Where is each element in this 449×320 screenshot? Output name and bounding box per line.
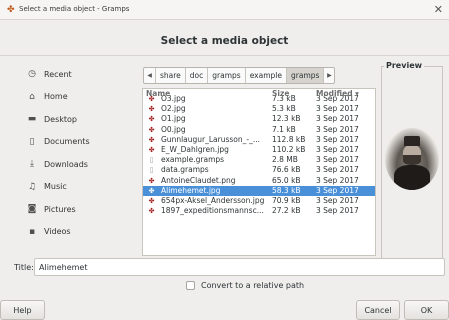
sidebar-item-music[interactable]: ♫ Music	[20, 176, 135, 199]
folder-icon: ▬	[27, 114, 37, 125]
file-row[interactable]: ✤ O1.jpg 12.3 kB 3 Sep 2017	[143, 114, 375, 124]
file-row[interactable]: ✤ O0.jpg 7.1 kB 3 Sep 2017	[143, 125, 375, 135]
home-icon: ⌂	[29, 91, 35, 102]
file-row[interactable]: ▯ example.gramps 2.8 MB 3 Sep 2017	[143, 155, 375, 165]
title-input[interactable]	[34, 258, 445, 276]
checkbox-box[interactable]	[186, 281, 195, 290]
path-crumb-gramps[interactable]: gramps	[207, 68, 244, 83]
path-crumb-share[interactable]: share	[155, 68, 185, 83]
sidebar-item-videos[interactable]: ▪ Videos	[20, 221, 135, 244]
image-file-icon: ✤	[148, 186, 155, 195]
sidebar-item-recent[interactable]: ◷ Recent	[20, 63, 135, 86]
column-header-size[interactable]: Size	[272, 89, 289, 98]
clock-icon: ◷	[28, 69, 36, 80]
ok-button[interactable]: OK	[404, 300, 449, 320]
file-row[interactable]: ✤ E_W_Dahlgren.jpg 110.2 kB 3 Sep 2017	[143, 145, 375, 155]
path-crumb-example[interactable]: example	[244, 68, 286, 83]
sidebar-item-home[interactable]: ⌂ Home	[20, 86, 135, 109]
window-title: Select a media object - Gramps	[19, 5, 130, 13]
image-file-icon: ✤	[148, 207, 155, 216]
title-bar: ✤ Select a media object - Gramps ✕	[0, 0, 449, 20]
portrait-coat	[394, 165, 430, 190]
image-file-icon: ✤	[148, 135, 155, 144]
image-file-icon: ✤	[148, 196, 155, 205]
file-row[interactable]: ✤ 1897_expeditionsmannsc... 27.2 kB 3 Sep 2…	[143, 206, 375, 216]
help-button[interactable]: Help	[0, 300, 45, 320]
dialog-heading: Select a media object	[160, 35, 289, 47]
file-row[interactable]: ▯ data.gramps 76.6 kB 3 Sep 2017	[143, 165, 375, 175]
image-file-icon: ✤	[148, 176, 155, 185]
sidebar-item-pictures[interactable]: ◙ Pictures	[20, 198, 135, 221]
path-crumb-doc[interactable]: doc	[184, 68, 207, 83]
sidebar-item-downloads[interactable]: ⤓ Downloads	[20, 153, 135, 176]
image-file-icon: ✤	[148, 115, 155, 124]
close-icon[interactable]: ✕	[434, 3, 443, 16]
portrait-beard	[403, 155, 421, 165]
column-header-modified[interactable]: Modified ▾	[316, 89, 359, 98]
column-header-name[interactable]: Name	[146, 89, 170, 98]
file-rows: ✤ O3.jpg 7.3 kB 3 Sep 2017 ✤ O2.jpg 5.3 kB 3 S…	[143, 94, 375, 216]
path-crumb-gramps-current[interactable]: gramps	[286, 68, 324, 83]
image-file-icon: ✤	[148, 105, 155, 114]
portrait-fez	[404, 136, 420, 146]
preview-label: Preview	[384, 61, 425, 70]
sidebar-item-documents[interactable]: ▯ Documents	[20, 131, 135, 154]
gramps-app-icon: ✤	[7, 5, 15, 15]
download-icon: ⤓	[30, 159, 34, 170]
music-icon: ♫	[27, 181, 37, 192]
path-back-button[interactable]: ◀	[144, 68, 155, 83]
file-list: ✤ O3.jpg 7.3 kB 3 Sep 2017 ✤ O2.jpg 5.3 kB 3 S…	[142, 88, 376, 256]
video-icon: ▪	[28, 226, 36, 237]
convert-relative-path-checkbox[interactable]: Convert to a relative path	[186, 281, 304, 290]
convert-label: Convert to a relative path	[201, 281, 305, 290]
heading-divider	[0, 55, 449, 56]
file-row-selected[interactable]: ✤ Alimehemet.jpg 58.3 kB 3 Sep 2017	[143, 185, 375, 196]
file-row[interactable]: ✤ 654px-Aksel_Andersson.jpg 70.9 kB 3 Sep 2…	[143, 196, 375, 206]
path-bar: ◀ share doc gramps example gramps ▶	[143, 67, 336, 84]
path-forward-button[interactable]: ▶	[323, 68, 334, 83]
document-file-icon: ▯	[149, 166, 154, 175]
preview-image	[385, 128, 439, 190]
camera-icon: ◙	[27, 204, 37, 215]
file-row[interactable]: ✤ AntoineClaudet.png 65.0 kB 3 Sep 2017	[143, 176, 375, 186]
title-label: Title:	[14, 263, 34, 272]
file-list-header: Name Size Modified ▾	[143, 89, 375, 98]
places-sidebar: ◷ Recent ⌂ Home ▬ Desktop ▯ Documents ⤓ …	[20, 63, 135, 288]
document-icon: ▯	[29, 136, 35, 147]
sidebar-item-desktop[interactable]: ▬ Desktop	[20, 108, 135, 131]
file-row[interactable]: ✤ O2.jpg 5.3 kB 3 Sep 2017	[143, 104, 375, 114]
image-file-icon: ✤	[148, 125, 155, 134]
document-file-icon: ▯	[149, 156, 154, 165]
cancel-button[interactable]: Cancel	[356, 300, 400, 320]
file-row[interactable]: ✤ Gunnlaugur_Larusson_-_... 112.8 kB 3 Sep …	[143, 135, 375, 145]
image-file-icon: ✤	[148, 145, 155, 154]
